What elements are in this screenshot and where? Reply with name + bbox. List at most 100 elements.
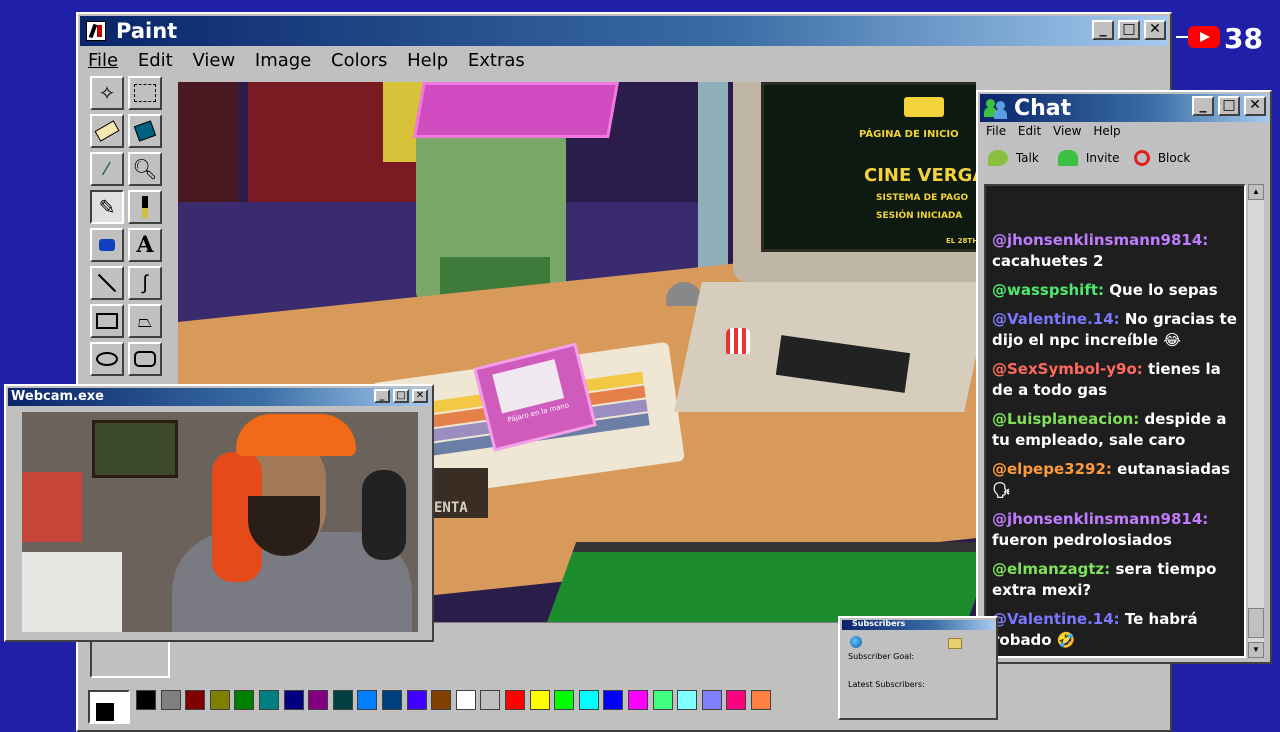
chat-titlebar[interactable]: Chat _ □ ✕ bbox=[980, 94, 1268, 122]
color-swatch[interactable] bbox=[455, 690, 476, 710]
scroll-up-arrow-icon[interactable]: ▲ bbox=[1248, 184, 1264, 200]
color-swatch[interactable] bbox=[480, 690, 501, 710]
chat-menu-help[interactable]: Help bbox=[1093, 124, 1120, 138]
color-swatch[interactable] bbox=[234, 690, 255, 710]
close-button[interactable]: ✕ bbox=[1144, 20, 1166, 40]
color-swatch[interactable] bbox=[160, 690, 181, 710]
chat-menubar: File Edit View Help bbox=[986, 124, 1121, 138]
foreground-color[interactable] bbox=[95, 702, 115, 722]
color-swatch[interactable] bbox=[603, 690, 624, 710]
subscribers-titlebar[interactable]: Subscribers bbox=[842, 619, 994, 630]
curve-tool[interactable]: ∫ bbox=[128, 266, 162, 300]
ellipse-tool[interactable] bbox=[90, 342, 124, 376]
menu-image[interactable]: Image bbox=[255, 50, 311, 71]
menu-colors[interactable]: Colors bbox=[331, 50, 387, 71]
current-colors[interactable] bbox=[88, 690, 130, 724]
star-select-icon: ✧ bbox=[98, 82, 116, 105]
color-swatch[interactable] bbox=[259, 690, 279, 710]
maximize-button[interactable]: □ bbox=[1118, 20, 1140, 40]
chat-toolbar: Talk Invite Block bbox=[984, 148, 1264, 176]
airbrush-tool[interactable] bbox=[90, 228, 124, 262]
menu-edit[interactable]: Edit bbox=[138, 50, 173, 71]
scroll-down-arrow-icon[interactable]: ▼ bbox=[1248, 642, 1264, 658]
menu-help[interactable]: Help bbox=[407, 50, 448, 71]
scroll-thumb[interactable] bbox=[1248, 608, 1264, 638]
chat-close-button[interactable]: ✕ bbox=[1244, 96, 1266, 116]
color-swatch[interactable] bbox=[751, 690, 771, 710]
brush-tool[interactable] bbox=[128, 190, 162, 224]
webcam-close-button[interactable]: ✕ bbox=[412, 389, 428, 403]
color-swatch[interactable] bbox=[529, 690, 550, 710]
pink-box-head bbox=[413, 82, 619, 138]
rect-select-tool[interactable] bbox=[128, 76, 162, 110]
menu-file[interactable]: File bbox=[88, 50, 118, 71]
block-button[interactable]: Block bbox=[1134, 150, 1190, 174]
wall-frame bbox=[92, 420, 178, 478]
paint-titlebar[interactable]: Paint _ □ ✕ bbox=[80, 16, 1168, 46]
chat-username[interactable]: @Luisplaneacion: bbox=[992, 410, 1139, 428]
chat-menu-edit[interactable]: Edit bbox=[1018, 124, 1041, 138]
color-swatch[interactable] bbox=[209, 690, 230, 710]
chat-message: @SexSymbol-y9o: tienes la de a todo gas bbox=[992, 359, 1238, 401]
chat-username[interactable]: @wasspshift: bbox=[992, 281, 1104, 299]
color-swatch[interactable] bbox=[431, 690, 452, 710]
color-swatch[interactable] bbox=[554, 690, 575, 710]
ellipse-icon bbox=[96, 352, 118, 366]
color-swatch[interactable] bbox=[628, 690, 648, 710]
chat-maximize-button[interactable]: □ bbox=[1218, 96, 1240, 116]
rounded-rect-tool[interactable] bbox=[128, 342, 162, 376]
chat-menu-view[interactable]: View bbox=[1053, 124, 1081, 138]
chat-username[interactable]: @jhonsenklinsmann9814: bbox=[992, 231, 1208, 249]
color-swatch[interactable] bbox=[136, 690, 156, 710]
rectangle-tool[interactable] bbox=[90, 304, 124, 338]
invite-button[interactable]: Invite bbox=[1058, 150, 1120, 174]
color-swatch[interactable] bbox=[185, 690, 206, 710]
chat-window: Chat _ □ ✕ File Edit View Help Talk Invi… bbox=[976, 90, 1272, 664]
chat-username[interactable]: @elmanzagtz: bbox=[992, 560, 1110, 578]
color-swatch[interactable] bbox=[357, 690, 378, 710]
color-swatch[interactable] bbox=[726, 690, 747, 710]
color-swatch[interactable] bbox=[578, 690, 599, 710]
color-swatch[interactable] bbox=[701, 690, 722, 710]
chat-username[interactable]: @Valentine.14: bbox=[992, 310, 1120, 328]
color-swatch[interactable] bbox=[677, 690, 698, 710]
eyedropper-icon: ⁄ bbox=[105, 158, 109, 179]
chat-username[interactable]: @jhonsenklinsmann9814: bbox=[992, 510, 1208, 528]
line-tool[interactable] bbox=[90, 266, 124, 300]
chat-username[interactable]: @SexSymbol-y9o: bbox=[992, 360, 1143, 378]
chat-username[interactable]: @elpepe3292: bbox=[992, 460, 1112, 478]
talk-button[interactable]: Talk bbox=[988, 150, 1039, 174]
color-swatch[interactable] bbox=[505, 690, 525, 710]
subscriber-count: 38 bbox=[1224, 22, 1263, 55]
chat-message-list: @jhonsenklinsmann9814: cacahuetes 2 @wass… bbox=[986, 186, 1244, 656]
color-swatch[interactable] bbox=[382, 690, 402, 710]
chat-username[interactable]: @Valentine.14: bbox=[992, 610, 1120, 628]
color-swatch[interactable] bbox=[283, 690, 304, 710]
color-swatch[interactable] bbox=[406, 690, 427, 710]
color-swatch[interactable] bbox=[332, 690, 353, 710]
chat-menu-file[interactable]: File bbox=[986, 124, 1006, 138]
webcam-titlebar[interactable]: Webcam.exe _ □ ✕ bbox=[8, 388, 430, 406]
webcam-minimize-button[interactable]: _ bbox=[374, 389, 390, 403]
picker-tool[interactable]: ⁄ bbox=[90, 152, 124, 186]
chat-scrollbar[interactable]: ▲ ▼ bbox=[1248, 184, 1264, 658]
pencil-tool[interactable]: ✎ bbox=[90, 190, 124, 224]
toolbox: ✧ ⁄ 🔍︎ ✎ A ∫ ⏢ bbox=[88, 76, 168, 396]
chat-minimize-button[interactable]: _ bbox=[1192, 96, 1214, 116]
free-select-tool[interactable]: ✧ bbox=[90, 76, 124, 110]
minimize-button[interactable]: _ bbox=[1092, 20, 1114, 40]
fill-tool[interactable] bbox=[128, 114, 162, 148]
menu-view[interactable]: View bbox=[192, 50, 235, 71]
menu-extras[interactable]: Extras bbox=[468, 50, 525, 71]
screen-header: PÁGINA DE INICIO bbox=[859, 129, 959, 140]
color-swatch[interactable] bbox=[652, 690, 673, 710]
webcam-maximize-button[interactable]: □ bbox=[393, 389, 409, 403]
polygon-tool[interactable]: ⏢ bbox=[128, 304, 162, 338]
screen-title: CINE VERGAS bbox=[864, 165, 976, 186]
chat-log[interactable]: @jhonsenklinsmann9814: cacahuetes 2 @wass… bbox=[984, 184, 1246, 658]
text-tool[interactable]: A bbox=[128, 228, 162, 262]
chat-text: Que lo sepas bbox=[1109, 281, 1218, 299]
color-swatch[interactable] bbox=[308, 690, 329, 710]
eraser-tool[interactable] bbox=[90, 114, 124, 148]
magnifier-tool[interactable]: 🔍︎ bbox=[128, 152, 162, 186]
